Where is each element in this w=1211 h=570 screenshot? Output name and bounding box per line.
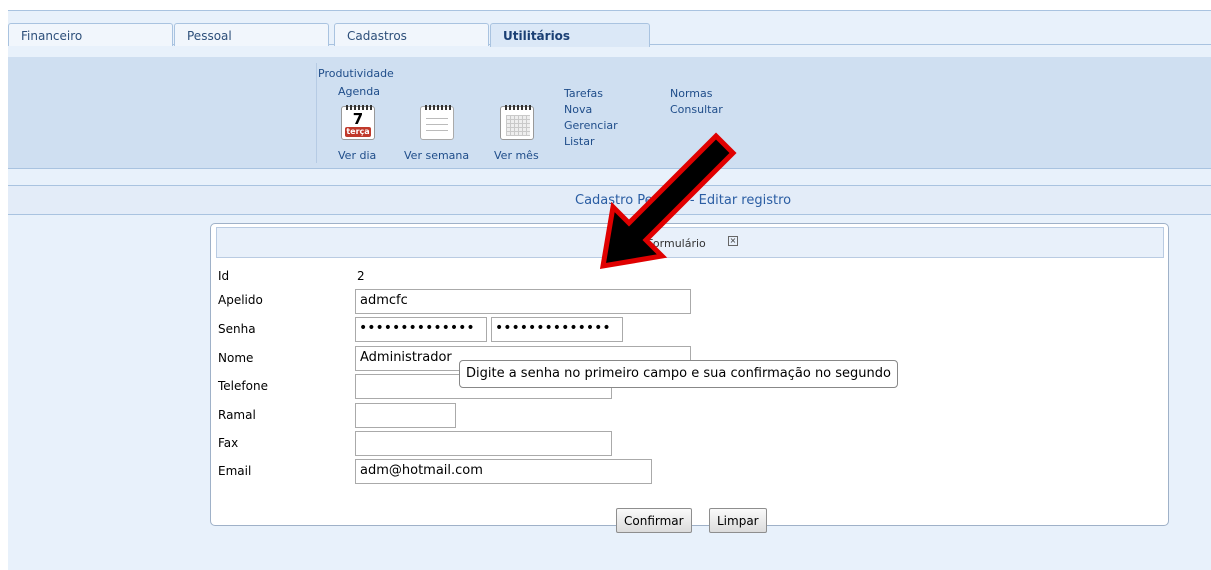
email-label: Email: [218, 464, 252, 478]
form-header: Formulário ×: [216, 227, 1164, 258]
senha-confirm-input[interactable]: ••••••••••••••: [491, 317, 623, 342]
ver-dia-link[interactable]: Ver dia: [338, 149, 376, 162]
tarefas-nova-link[interactable]: Nova: [564, 103, 592, 116]
tarefas-listar-link[interactable]: Listar: [564, 135, 595, 148]
page-title-bar: Cadastro Pessoal - Editar registro: [8, 185, 1211, 215]
id-label: Id: [218, 269, 230, 283]
calendar-rings: [505, 105, 531, 110]
tab-bar: Financeiro Pessoal Cadastros Utilitários: [8, 11, 1211, 47]
ver-semana-link[interactable]: Ver semana: [404, 149, 469, 162]
ribbon: Produtividade Agenda 7 terça Ver dia Ver…: [8, 57, 1211, 169]
limpar-button[interactable]: Limpar: [709, 508, 767, 533]
apelido-input[interactable]: admcfc: [355, 289, 691, 314]
calendar-month-icon[interactable]: [500, 105, 534, 140]
normas-title: Normas: [670, 87, 713, 100]
calendar-weekday: terça: [345, 127, 371, 137]
week-line: [426, 118, 448, 119]
calendar-day-icon[interactable]: 7 terça: [341, 105, 375, 140]
calendar-day-number: 7: [352, 110, 364, 128]
calendar-week-icon[interactable]: [420, 105, 454, 140]
ramal-input[interactable]: [355, 403, 456, 428]
tab-cadastros[interactable]: Cadastros: [334, 23, 489, 46]
agenda-label: Agenda: [338, 85, 380, 98]
tarefas-gerenciar-link[interactable]: Gerenciar: [564, 119, 618, 132]
email-input[interactable]: adm@hotmail.com: [355, 459, 652, 484]
normas-consultar-link[interactable]: Consultar: [670, 103, 723, 116]
confirmar-button[interactable]: Confirmar: [616, 508, 692, 533]
id-value: 2: [357, 269, 365, 283]
close-icon[interactable]: ×: [728, 236, 738, 246]
fax-label: Fax: [218, 436, 239, 450]
ribbon-divider: [316, 63, 317, 163]
senha-input[interactable]: ••••••••••••••: [355, 317, 487, 342]
ramal-label: Ramal: [218, 408, 256, 422]
month-grid: [506, 115, 530, 136]
senha-label: Senha: [218, 322, 256, 336]
page-title: Cadastro Pessoal - Editar registro: [575, 193, 792, 208]
calendar-rings: [425, 105, 451, 110]
password-tooltip: Digite a senha no primeiro campo e sua c…: [459, 360, 898, 388]
telefone-label: Telefone: [218, 379, 268, 393]
fax-input[interactable]: [355, 431, 612, 456]
tarefas-title: Tarefas: [564, 87, 604, 100]
week-line: [426, 130, 448, 131]
apelido-label: Apelido: [218, 293, 263, 307]
tab-financeiro[interactable]: Financeiro: [8, 23, 173, 46]
nome-label: Nome: [218, 351, 254, 365]
app-window: Financeiro Pessoal Cadastros Utilitários…: [8, 10, 1211, 570]
ver-mes-link[interactable]: Ver mês: [494, 149, 539, 162]
form-title: Formulário: [647, 237, 706, 250]
tab-pessoal[interactable]: Pessoal: [174, 23, 329, 46]
week-line: [426, 124, 448, 125]
tab-utilitarios[interactable]: Utilitários: [490, 23, 650, 47]
group-title-produtividade: Produtividade: [318, 67, 394, 80]
